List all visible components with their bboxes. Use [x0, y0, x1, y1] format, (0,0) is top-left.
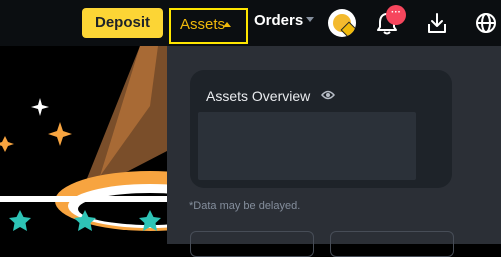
orders-nav-label: Orders [254, 12, 304, 29]
notification-badge: ··· [386, 5, 406, 25]
top-nav-bar: Deposit Assets Orders ··· [0, 0, 501, 46]
assets-overview-title: Assets Overview [206, 88, 311, 104]
sparkle-white-icon [31, 98, 49, 116]
caret-up-icon [223, 22, 231, 27]
deposit-button[interactable]: Deposit [82, 8, 163, 38]
assets-overview-card[interactable]: Assets Overview [190, 70, 452, 188]
banner-artwork [0, 46, 167, 231]
sparkle-orange-icon [48, 122, 72, 146]
caret-down-icon [306, 17, 315, 22]
balance-placeholder [198, 112, 416, 180]
dropdown-action-button[interactable] [330, 231, 454, 257]
orders-menu-trigger[interactable]: Orders [254, 12, 315, 34]
promo-banner [0, 46, 167, 244]
assets-menu-trigger[interactable]: Assets [169, 8, 248, 44]
sparkle-orange-small-icon [0, 136, 14, 152]
assets-dropdown-panel: Assets Overview *Data may be delayed. [167, 46, 501, 257]
eye-icon[interactable] [321, 89, 335, 101]
avatar[interactable] [328, 9, 356, 37]
assets-nav-label: Assets [180, 16, 226, 33]
globe-icon[interactable] [475, 12, 497, 34]
star-icon [9, 210, 31, 231]
dropdown-action-button[interactable] [190, 231, 314, 257]
stage-line-icon [0, 196, 167, 202]
data-delay-note: *Data may be delayed. [189, 200, 301, 212]
download-icon[interactable] [426, 12, 448, 34]
